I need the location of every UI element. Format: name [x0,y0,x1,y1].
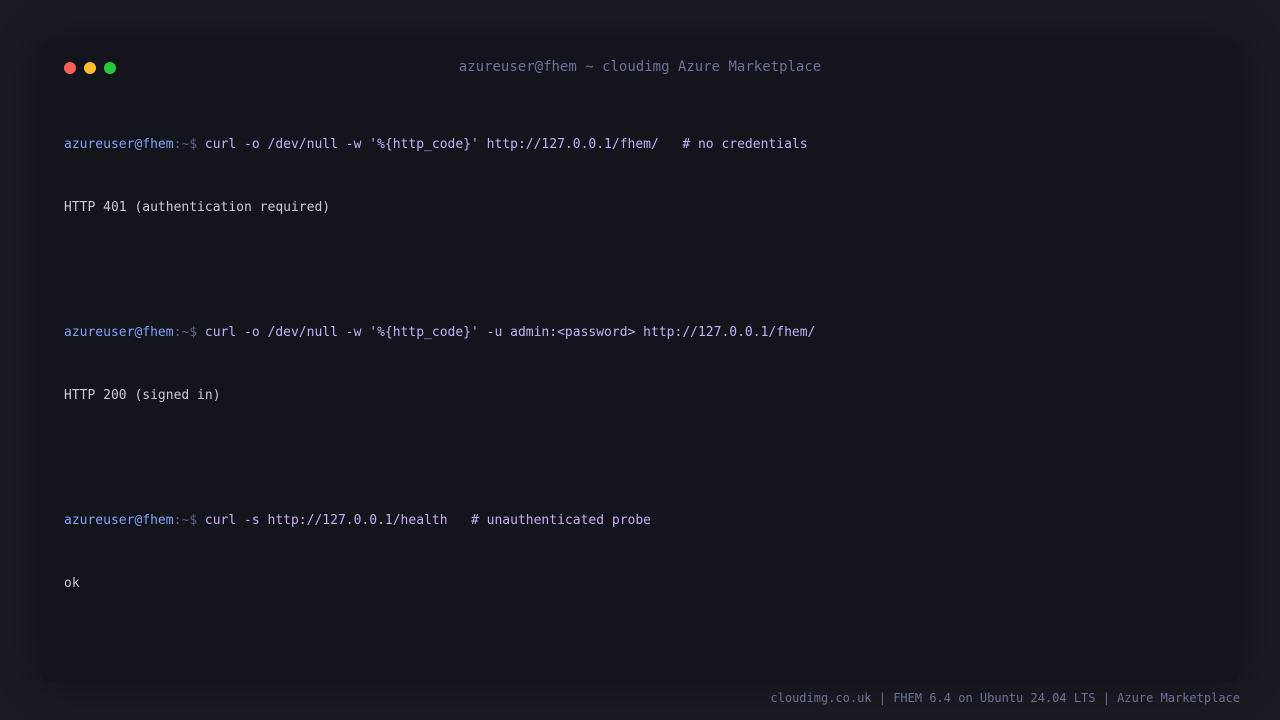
output-line: ok [64,576,80,591]
prompt-separator: :~$ [173,137,198,152]
command-text: curl -o /dev/null -w '%{http_code}' http… [204,137,808,152]
title-bar: azureuser@fhem ~ cloudimg Azure Marketpl… [40,40,1240,95]
footer-caption: cloudimg.co.uk | FHEM 6.4 on Ubuntu 24.0… [770,691,1240,705]
command-line: azureuser@fhem:~$ curl -s http://127.0.0… [64,510,1216,531]
terminal-output[interactable]: azureuser@fhem:~$ curl -o /dev/null -w '… [64,92,1216,636]
terminal-window: azureuser@fhem ~ cloudimg Azure Marketpl… [40,40,1240,682]
command-line: azureuser@fhem:~$ curl -o /dev/null -w '… [64,322,1216,343]
output-line: HTTP 200 (signed in) [64,388,221,403]
prompt-user: azureuser@fhem [64,513,174,528]
window-title: azureuser@fhem ~ cloudimg Azure Marketpl… [458,59,822,75]
prompt-user: azureuser@fhem [64,137,174,152]
prompt-separator: :~$ [173,325,198,340]
command-text: curl -s http://127.0.0.1/health # unauth… [204,513,652,528]
command-text: curl -o /dev/null -w '%{http_code}' -u a… [204,325,816,340]
command-line: azureuser@fhem:~$ curl -o /dev/null -w '… [64,134,1216,155]
output-line: HTTP 401 (authentication required) [64,200,331,215]
prompt-user: azureuser@fhem [64,325,174,340]
prompt-separator: :~$ [173,513,198,528]
